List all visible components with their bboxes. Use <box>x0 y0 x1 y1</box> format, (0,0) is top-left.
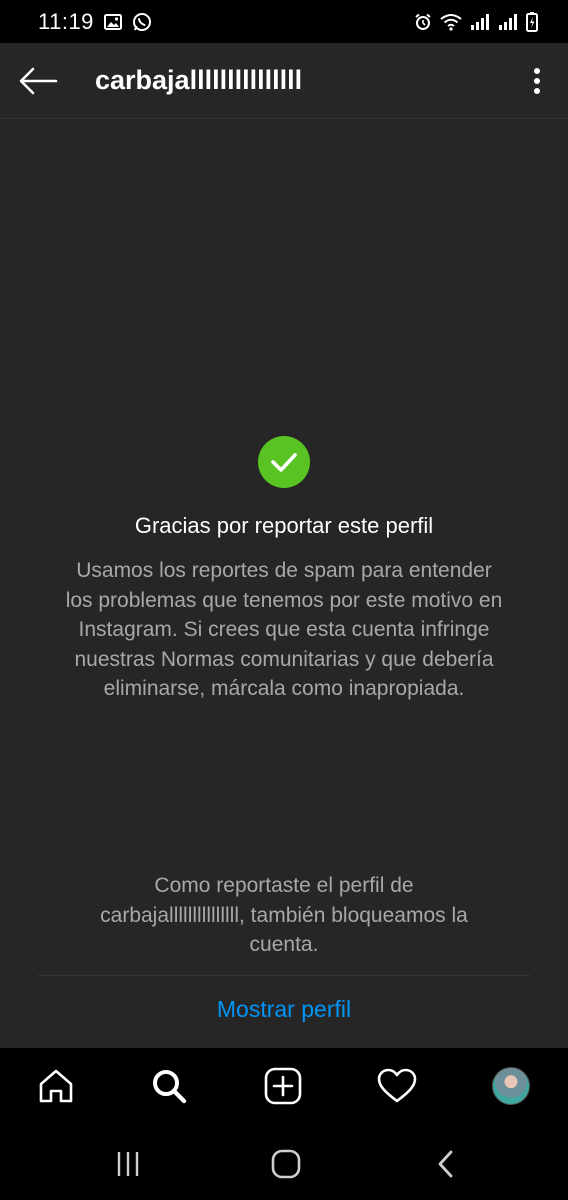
app-header: carbajalllllllllllllll <box>0 43 568 119</box>
recent-apps-icon <box>117 1152 139 1176</box>
nav-activity[interactable] <box>375 1064 419 1108</box>
page-title: carbajalllllllllllllll <box>95 65 303 95</box>
system-nav <box>0 1124 568 1200</box>
recent-apps-button[interactable] <box>108 1144 148 1184</box>
status-time: 11:19 <box>38 8 94 34</box>
show-profile-link[interactable]: Mostrar perfil <box>0 996 568 1023</box>
more-options-button[interactable] <box>522 63 552 99</box>
battery-charging-icon <box>526 11 538 32</box>
status-left: 11:19 <box>38 9 152 35</box>
signal-icon <box>470 13 490 30</box>
image-icon <box>103 13 122 30</box>
confirmation-body: Usamos los reportes de spam para entende… <box>65 559 503 700</box>
nav-new-post[interactable] <box>261 1064 305 1108</box>
home-button-icon <box>271 1149 301 1179</box>
search-icon <box>153 1070 187 1104</box>
block-note: Como reportaste el perfil de carbajallll… <box>100 874 468 956</box>
report-confirmation: Gracias por reportar este perfil Usamos … <box>0 120 568 1048</box>
new-post-icon <box>264 1067 302 1105</box>
profile-avatar <box>492 1067 530 1105</box>
home-icon <box>39 1069 73 1103</box>
nav-profile[interactable] <box>489 1064 533 1108</box>
system-back-button[interactable] <box>426 1144 466 1184</box>
whatsapp-icon <box>132 12 152 32</box>
signal-icon <box>498 13 518 30</box>
nav-home[interactable] <box>34 1064 78 1108</box>
confirmation-title: Gracias por reportar este perfil <box>134 513 434 538</box>
check-circle-icon <box>258 436 310 488</box>
home-button[interactable] <box>266 1144 306 1184</box>
status-bar: 11:19 <box>0 0 568 43</box>
back-arrow-icon <box>19 67 58 95</box>
back-icon <box>438 1150 453 1178</box>
divider <box>38 975 530 976</box>
bottom-nav <box>0 1048 568 1124</box>
wifi-icon <box>440 13 462 31</box>
alarm-icon <box>414 13 432 31</box>
nav-search[interactable] <box>147 1064 191 1108</box>
more-vertical-icon <box>534 68 540 94</box>
activity-heart-icon <box>377 1068 417 1103</box>
back-button[interactable] <box>16 63 60 99</box>
status-right <box>414 11 538 32</box>
